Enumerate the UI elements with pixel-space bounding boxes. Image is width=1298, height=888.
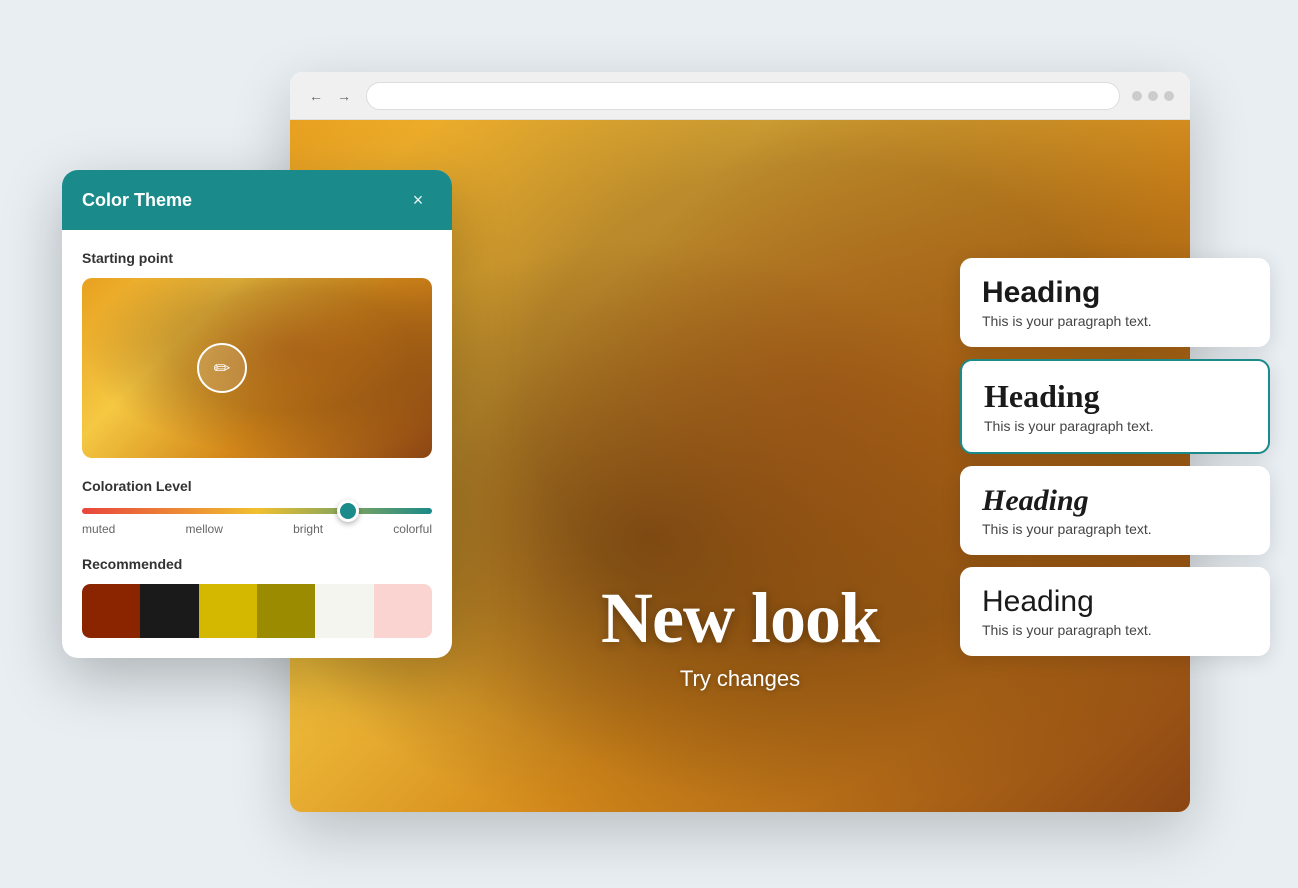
swatch-yellow[interactable] [199,584,257,638]
recommended-section: Recommended [82,556,432,638]
color-swatches [82,584,432,638]
starting-point-image-overlay [82,278,432,458]
browser-nav: ← → [306,86,354,106]
dot-1 [1132,91,1142,101]
forward-arrow-icon[interactable]: → [334,86,354,106]
font-card-3[interactable]: Heading This is your paragraph text. [960,466,1270,555]
hero-text: New look Try changes [601,582,879,692]
coloration-level-label: Coloration Level [82,478,432,494]
font-card-1-heading: Heading [982,276,1248,309]
font-card-1[interactable]: Heading This is your paragraph text. [960,258,1270,347]
font-card-1-body: This is your paragraph text. [982,313,1248,329]
font-cards: Heading This is your paragraph text. Hea… [960,258,1270,656]
url-bar[interactable] [366,82,1120,110]
slider-label-bright: bright [293,522,323,536]
browser-dots [1132,91,1174,101]
pencil-icon: ✏ [214,356,231,381]
font-card-4-heading: Heading [982,585,1248,618]
dot-3 [1164,91,1174,101]
font-card-4[interactable]: Heading This is your paragraph text. [960,567,1270,656]
font-card-2-heading: Heading [984,379,1246,414]
font-card-3-body: This is your paragraph text. [982,521,1248,537]
swatch-white[interactable] [315,584,373,638]
swatch-pink[interactable] [374,584,432,638]
panel-title: Color Theme [82,190,192,211]
hero-title: New look [601,582,879,654]
slider-track [82,508,432,514]
back-arrow-icon[interactable]: ← [306,86,326,106]
coloration-section: Coloration Level muted mellow bright col… [82,478,432,536]
hero-subtitle: Try changes [601,666,879,692]
close-button[interactable]: × [404,186,432,214]
browser-toolbar: ← → [290,72,1190,120]
swatch-pair-3[interactable] [315,584,432,638]
coloration-slider-container [82,508,432,514]
color-theme-panel: Color Theme × Starting point ✏ Coloratio… [62,170,452,658]
slider-label-colorful: colorful [393,522,432,536]
swatch-black[interactable] [140,584,198,638]
dot-2 [1148,91,1158,101]
font-card-2[interactable]: Heading This is your paragraph text. [960,359,1270,454]
font-card-4-body: This is your paragraph text. [982,622,1248,638]
font-card-3-heading: Heading [982,484,1248,517]
swatch-olive[interactable] [257,584,315,638]
starting-point-image[interactable]: ✏ [82,278,432,458]
swatch-pair-2[interactable] [199,584,316,638]
panel-body: Starting point ✏ Coloration Level muted … [62,230,452,658]
panel-header: Color Theme × [62,170,452,230]
slider-thumb[interactable] [337,500,359,522]
font-card-2-body: This is your paragraph text. [984,418,1246,434]
swatch-pair-1[interactable] [82,584,199,638]
slider-labels: muted mellow bright colorful [82,522,432,536]
slider-label-mellow: mellow [186,522,223,536]
edit-image-button[interactable]: ✏ [197,343,247,393]
recommended-label: Recommended [82,556,432,572]
slider-label-muted: muted [82,522,115,536]
starting-point-label: Starting point [82,250,432,266]
swatch-brown[interactable] [82,584,140,638]
